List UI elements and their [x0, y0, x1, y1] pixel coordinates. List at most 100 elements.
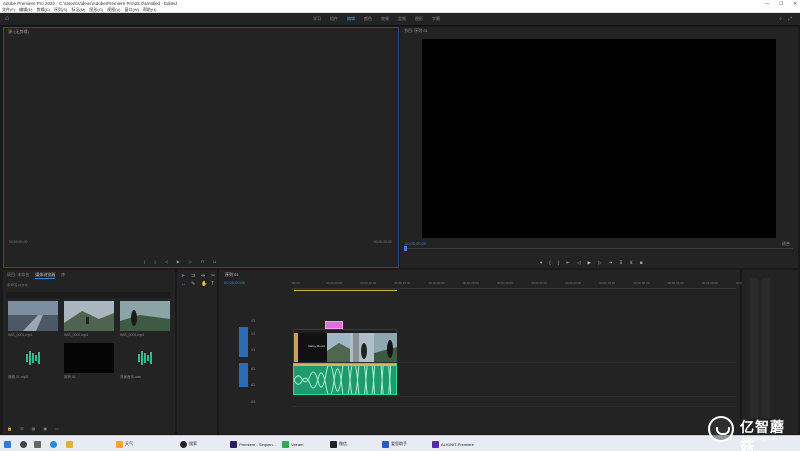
project-search-input[interactable]	[7, 292, 171, 298]
program-video-frame[interactable]	[422, 39, 776, 238]
menu-graphics[interactable]: 图形(G)	[89, 7, 103, 12]
explorer-icon[interactable]	[66, 439, 73, 449]
audio-clip[interactable]	[293, 363, 397, 395]
task-view-icon[interactable]	[34, 439, 41, 449]
menu-marker[interactable]: 标记(M)	[71, 7, 85, 12]
track-header-a3[interactable]: A3	[219, 400, 292, 410]
insert-icon[interactable]: ⊓	[201, 259, 204, 264]
pen-tool-icon[interactable]: ✎	[191, 281, 199, 287]
menu-edit[interactable]: 编辑(E)	[19, 7, 32, 12]
mark-in-icon[interactable]: {	[549, 260, 551, 266]
step-forward-icon[interactable]: ▷	[189, 259, 192, 264]
razor-tool-icon[interactable]: ✂	[211, 273, 219, 279]
track-select-icon[interactable]: ⇉	[191, 273, 199, 279]
play-icon[interactable]: ▶	[588, 260, 591, 266]
timeline-timecode[interactable]: 00;00;00;00	[224, 280, 245, 285]
workspace-tab-assembly[interactable]: 组件	[330, 16, 338, 22]
search-icon[interactable]	[20, 439, 27, 449]
folder-icon[interactable]: ▭	[55, 426, 59, 432]
list-view-icon[interactable]: ☰	[20, 426, 24, 432]
step-back-icon[interactable]: ◁	[165, 259, 168, 264]
search-icon[interactable]: ⌕	[779, 16, 782, 22]
program-fit-dropdown[interactable]: 适合	[782, 241, 790, 247]
project-panel[interactable]: 项目: 未命名 媒体浏览器 库 未命名.prproj IMG_0001.mp4 …	[3, 270, 175, 434]
lock-icon[interactable]: 🔒	[7, 426, 12, 432]
source-monitor-panel[interactable]: 源: (无剪辑) 00;00;00;00 00;00;00;00 { } ◁ ▶…	[3, 27, 399, 268]
audio-source-patch[interactable]	[239, 363, 248, 387]
time-ruler[interactable]: 00;00 00;00;05;00 00;00;10;00 00;00;15;00 00…	[292, 281, 752, 289]
menu-file[interactable]: 文件(F)	[2, 7, 15, 12]
mark-out-icon[interactable]: }	[558, 260, 560, 266]
marker-icon[interactable]: ▾	[540, 260, 542, 266]
icon-view-icon[interactable]: ▦	[32, 426, 36, 432]
clip-thumbnail[interactable]	[120, 301, 170, 331]
close-button[interactable]: ✕	[793, 0, 797, 7]
go-to-out-icon[interactable]: ⇥	[608, 260, 612, 266]
hand-tool-icon[interactable]: ✋	[201, 281, 209, 287]
workspace-tab-learn[interactable]: 学习	[313, 16, 321, 22]
taskbar-item-search[interactable]: 搜索	[180, 439, 197, 449]
taskbar-item-alignit[interactable]: ALIGNIT-Premiere	[432, 439, 474, 449]
source-panel-title[interactable]: 源: (无剪辑)	[4, 28, 398, 35]
slip-tool-icon[interactable]: ↔	[181, 281, 189, 287]
track-header-v1[interactable]: V1	[219, 348, 292, 358]
menu-sequence[interactable]: 序列(S)	[54, 7, 67, 12]
taskbar-item-wechat[interactable]: 微信	[330, 439, 347, 449]
tab-media-browser[interactable]: 媒体浏览器	[35, 272, 56, 279]
menu-clip[interactable]: 剪辑(C)	[36, 7, 50, 12]
menu-help[interactable]: 帮助(H)	[143, 7, 157, 12]
workspace-tab-editing[interactable]: 编辑	[347, 16, 355, 22]
program-panel-title[interactable]: 节目: 序列 01	[400, 27, 798, 34]
overwrite-icon[interactable]: ⊔	[213, 259, 216, 264]
tab-project[interactable]: 项目: 未命名	[7, 272, 29, 279]
track-header-v3[interactable]: V3	[219, 319, 292, 329]
video-source-patch[interactable]	[239, 327, 248, 357]
edge-icon[interactable]	[50, 439, 57, 449]
menu-view[interactable]: 视图(V)	[107, 7, 120, 12]
timeline-panel[interactable]: 序列 01 00;00;00;00 00;00 00;00;05;00 00;00;…	[219, 270, 752, 434]
step-forward-icon[interactable]: ▷	[598, 260, 601, 266]
type-tool-icon[interactable]: T	[211, 281, 219, 287]
fullscreen-icon[interactable]: ⤢	[788, 16, 792, 22]
taskbar-item-aisi[interactable]: 爱思助手	[382, 439, 407, 449]
maximize-button[interactable]: ☐	[779, 0, 783, 7]
workspace-tab-graphics[interactable]: 图形	[415, 16, 423, 22]
audio-clip-thumbnail[interactable]	[120, 343, 170, 373]
minimize-button[interactable]: —	[765, 0, 770, 7]
home-icon[interactable]: ⌂	[5, 15, 13, 23]
mark-out-icon[interactable]: }	[154, 259, 155, 264]
taskbar-item-weather[interactable]: 天气	[116, 439, 133, 449]
track-header-a2[interactable]: A2	[219, 383, 292, 393]
taskbar-item-veeam[interactable]: Veeam	[282, 439, 303, 449]
workspace-tab-audio[interactable]: 音频	[398, 16, 406, 22]
program-scrub-bar[interactable]	[405, 248, 793, 249]
clip-thumbnail[interactable]	[64, 301, 114, 331]
program-playhead[interactable]	[404, 246, 407, 251]
program-timecode[interactable]: 00;00;00;00	[405, 241, 426, 246]
taskbar-item-premiere[interactable]: Premiere - Sequen...	[230, 439, 276, 449]
new-item-icon[interactable]: ▣	[43, 426, 47, 432]
workspace-tab-effects[interactable]: 效果	[381, 16, 389, 22]
work-area-bar[interactable]	[294, 290, 397, 291]
menu-window[interactable]: 窗口(W)	[124, 7, 138, 12]
extract-icon[interactable]: ⊻	[630, 260, 633, 266]
workspace-tab-color[interactable]: 颜色	[364, 16, 372, 22]
play-icon[interactable]: ▶	[177, 259, 180, 264]
sequence-thumbnail[interactable]	[64, 343, 114, 373]
step-back-icon[interactable]: ◁	[577, 260, 580, 266]
mark-in-icon[interactable]: {	[144, 259, 145, 264]
adjustment-layer-clip[interactable]	[325, 321, 343, 329]
track-header-v2[interactable]: V2	[219, 332, 292, 342]
lift-icon[interactable]: ⊼	[619, 260, 622, 266]
video-clip[interactable]: Valley Mount	[293, 329, 397, 362]
sequence-tab[interactable]: 序列 01	[219, 270, 740, 280]
tab-libraries[interactable]: 库	[61, 272, 65, 279]
camera-icon[interactable]: ◙	[640, 260, 643, 266]
go-to-in-icon[interactable]: ⇤	[566, 260, 570, 266]
selection-tool-icon[interactable]: ➤	[181, 273, 189, 279]
audio-clip-thumbnail[interactable]	[8, 343, 58, 373]
ripple-edit-icon[interactable]: ⇹	[201, 273, 209, 279]
source-timecode-current[interactable]: 00;00;00;00	[9, 240, 28, 244]
clip-thumbnail[interactable]	[8, 301, 58, 331]
track-header-a1[interactable]: A1	[219, 367, 292, 377]
